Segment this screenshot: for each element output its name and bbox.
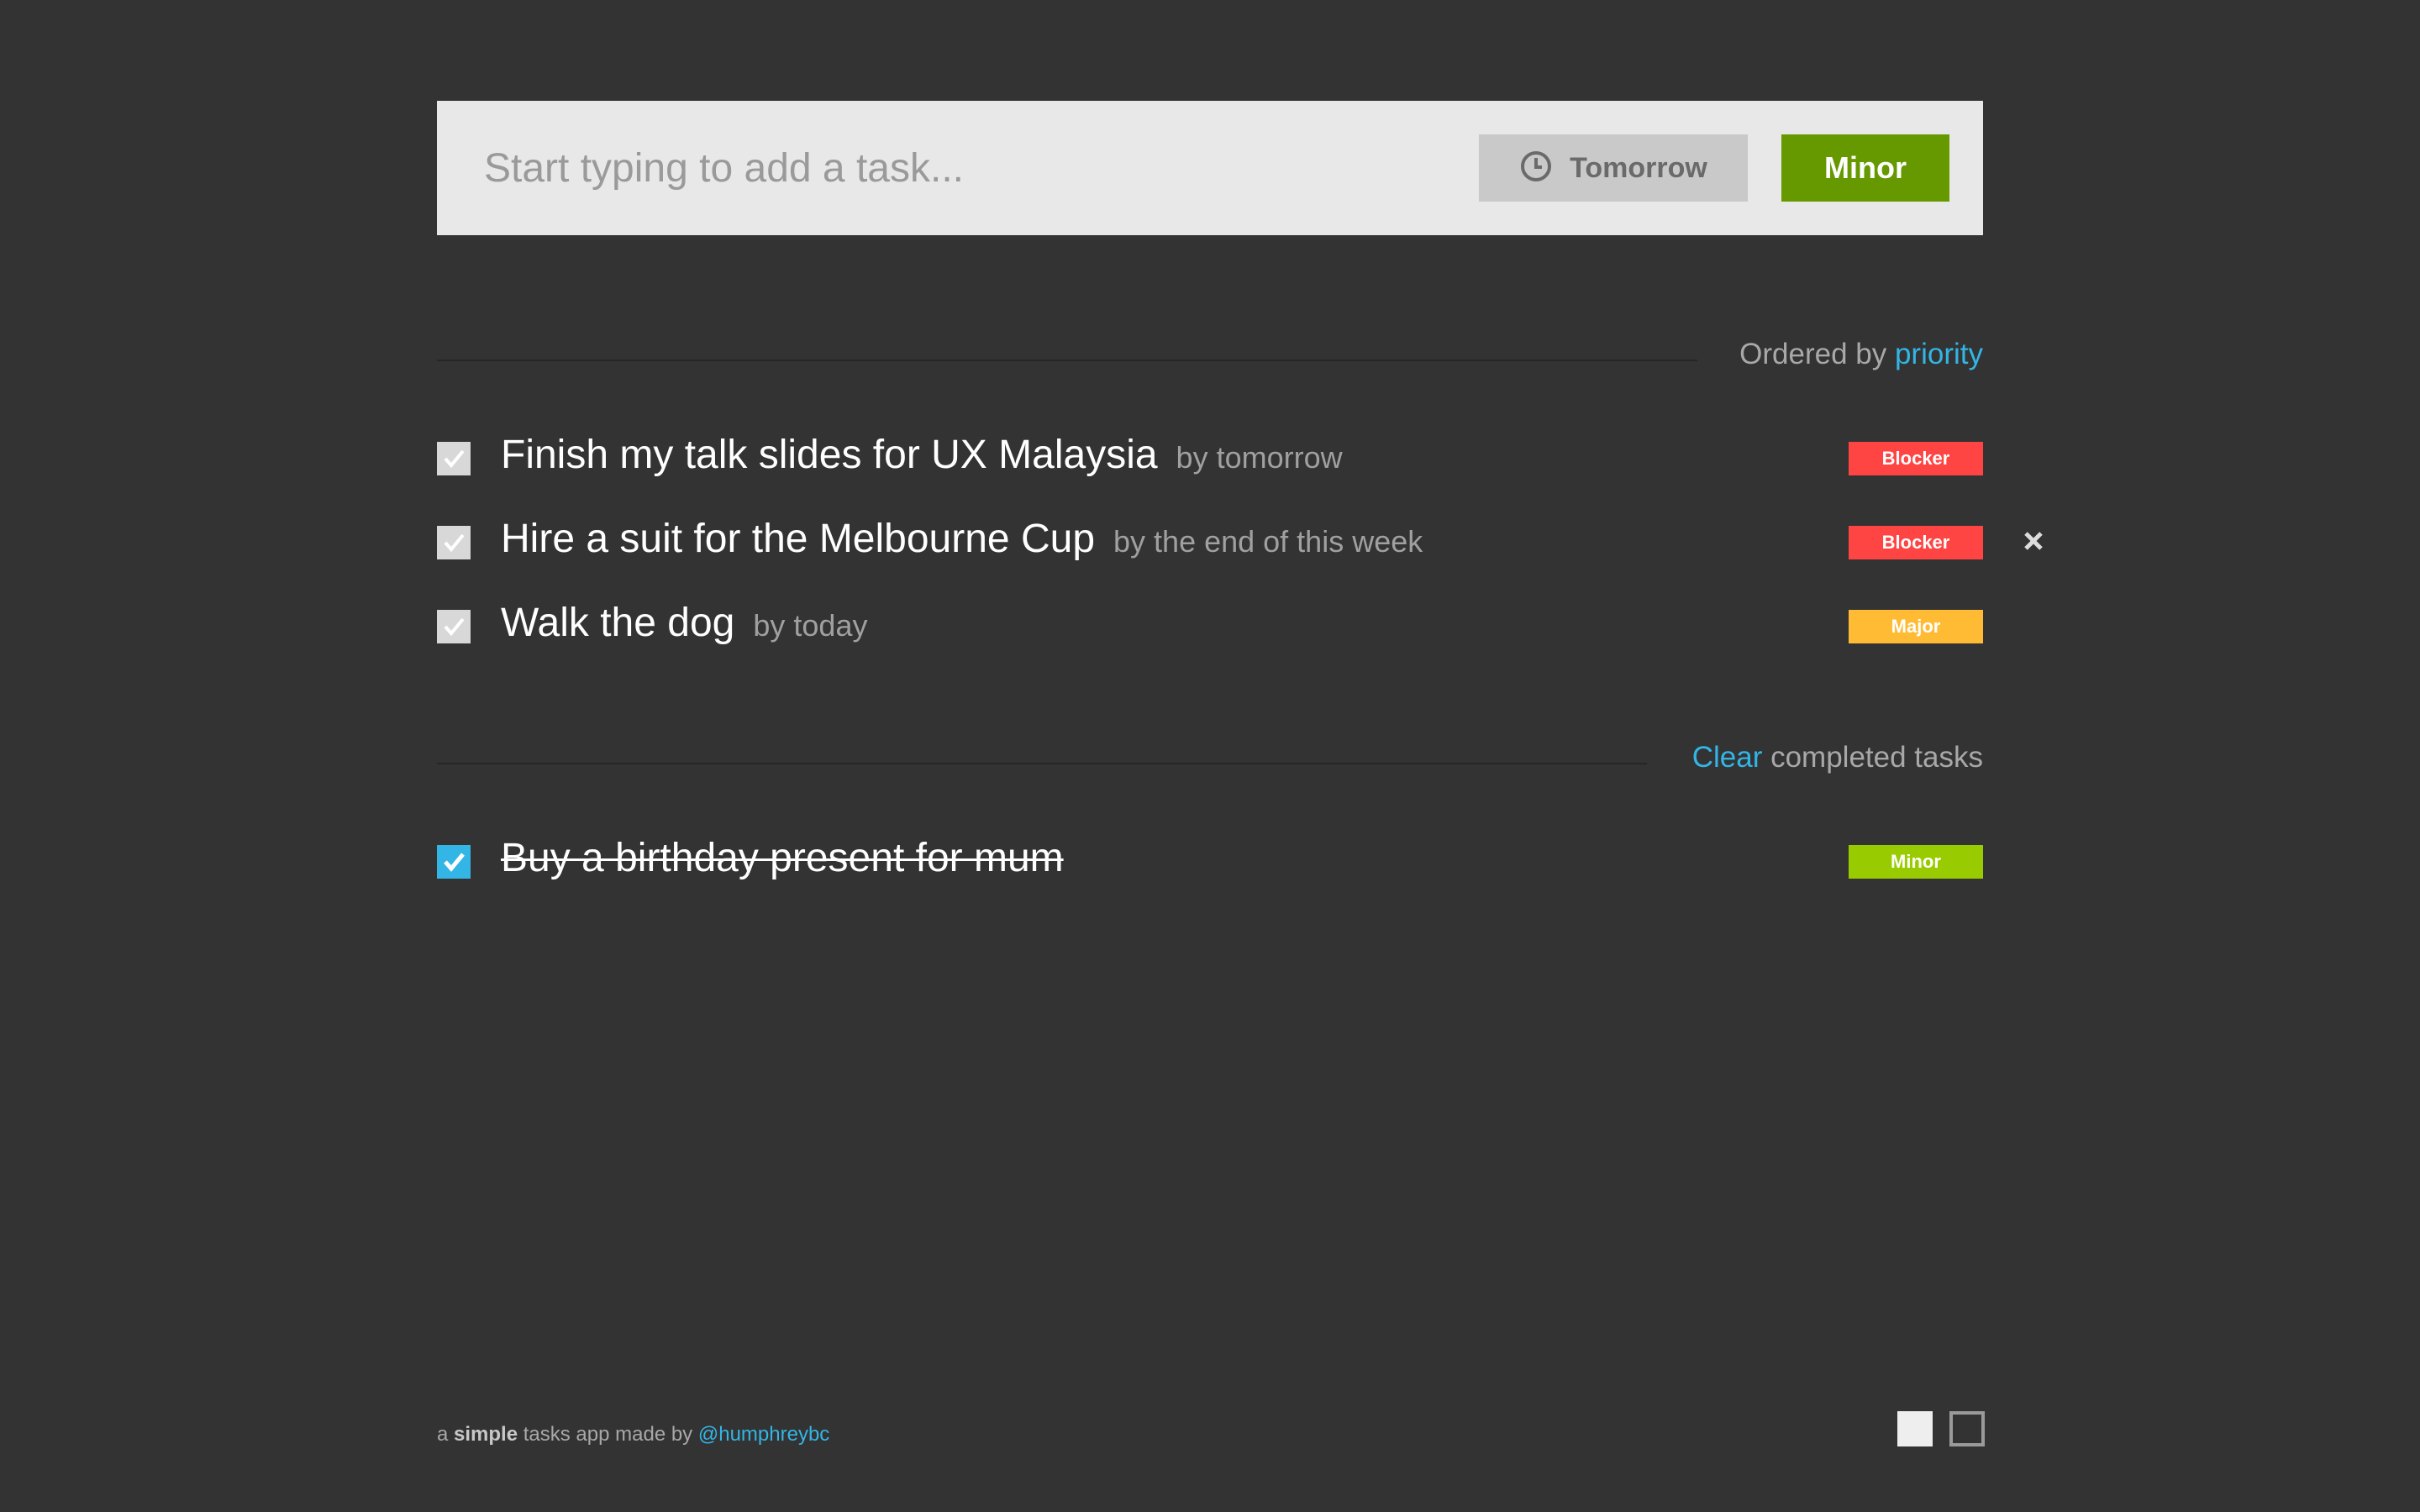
due-date-button[interactable]: Tomorrow bbox=[1479, 134, 1748, 202]
task-checkbox[interactable] bbox=[437, 845, 471, 879]
clear-completed-suffix: completed tasks bbox=[1770, 741, 1983, 774]
completed-tasks-header: Clear completed tasks bbox=[437, 738, 1983, 788]
footer-mid: tasks app made by bbox=[523, 1423, 693, 1446]
priority-badge[interactable]: Major bbox=[1849, 610, 1983, 643]
task-title-text: Walk the dog bbox=[501, 601, 735, 645]
task-row: Hire a suit for the Melbourne Cup by the … bbox=[437, 507, 2043, 575]
task-due: by the end of this week bbox=[1113, 524, 1423, 559]
dark-theme-button[interactable] bbox=[1949, 1411, 1985, 1446]
task-title[interactable]: Buy a birthday present for mum bbox=[501, 835, 1064, 881]
divider bbox=[437, 763, 1647, 764]
clear-completed-label: Clear completed tasks bbox=[1692, 741, 1983, 774]
task-title[interactable]: Hire a suit for the Melbourne Cup by the … bbox=[501, 516, 1423, 562]
task-title[interactable]: Finish my talk slides for UX Malaysia by … bbox=[501, 432, 1343, 478]
priority-badge[interactable]: Blocker bbox=[1849, 442, 1983, 475]
active-tasks-header: Ordered by priority bbox=[437, 334, 1983, 385]
check-icon bbox=[444, 449, 465, 469]
delete-icon[interactable] bbox=[2017, 524, 2050, 558]
clear-completed-link[interactable]: Clear bbox=[1692, 741, 1763, 774]
task-checkbox[interactable] bbox=[437, 526, 471, 559]
priority-button[interactable]: Minor bbox=[1781, 134, 1949, 202]
author-link[interactable]: @humphreybc bbox=[698, 1423, 829, 1446]
task-due: by tomorrow bbox=[1176, 440, 1343, 475]
task-title[interactable]: Walk the dog by today bbox=[501, 600, 867, 646]
app-page: Tomorrow Minor Ordered by priority Finis… bbox=[0, 0, 2420, 1512]
check-icon bbox=[444, 617, 465, 637]
task-checkbox[interactable] bbox=[437, 442, 471, 475]
task-title-text: Finish my talk slides for UX Malaysia bbox=[501, 433, 1158, 477]
task-row: Finish my talk slides for UX Malaysia by … bbox=[437, 423, 1983, 491]
add-task-input[interactable] bbox=[484, 134, 1392, 202]
task-due: by today bbox=[753, 608, 868, 643]
task-checkbox[interactable] bbox=[437, 610, 471, 643]
footer-credit: a simple tasks app made by @humphreybc bbox=[437, 1423, 829, 1446]
sort-prefix: Ordered by bbox=[1739, 338, 1887, 370]
check-icon bbox=[444, 853, 465, 872]
completed-task-row: Buy a birthday present for mum Minor bbox=[437, 827, 1983, 894]
footer-bold: simple bbox=[454, 1423, 518, 1446]
add-task-bar: Tomorrow Minor bbox=[437, 101, 1983, 235]
priority-badge[interactable]: Blocker bbox=[1849, 526, 1983, 559]
check-icon bbox=[444, 533, 465, 553]
footer-pre: a bbox=[437, 1423, 449, 1446]
priority-badge[interactable]: Minor bbox=[1849, 845, 1983, 879]
clock-icon bbox=[1519, 150, 1553, 187]
sort-label: Ordered by priority bbox=[1739, 338, 1983, 371]
light-theme-button[interactable] bbox=[1897, 1411, 1933, 1446]
due-date-label: Tomorrow bbox=[1570, 151, 1707, 184]
sort-priority-link[interactable]: priority bbox=[1895, 338, 1983, 370]
task-title-text: Hire a suit for the Melbourne Cup bbox=[501, 517, 1096, 561]
divider bbox=[437, 360, 1697, 361]
task-row: Walk the dog by today Major bbox=[437, 591, 1983, 659]
